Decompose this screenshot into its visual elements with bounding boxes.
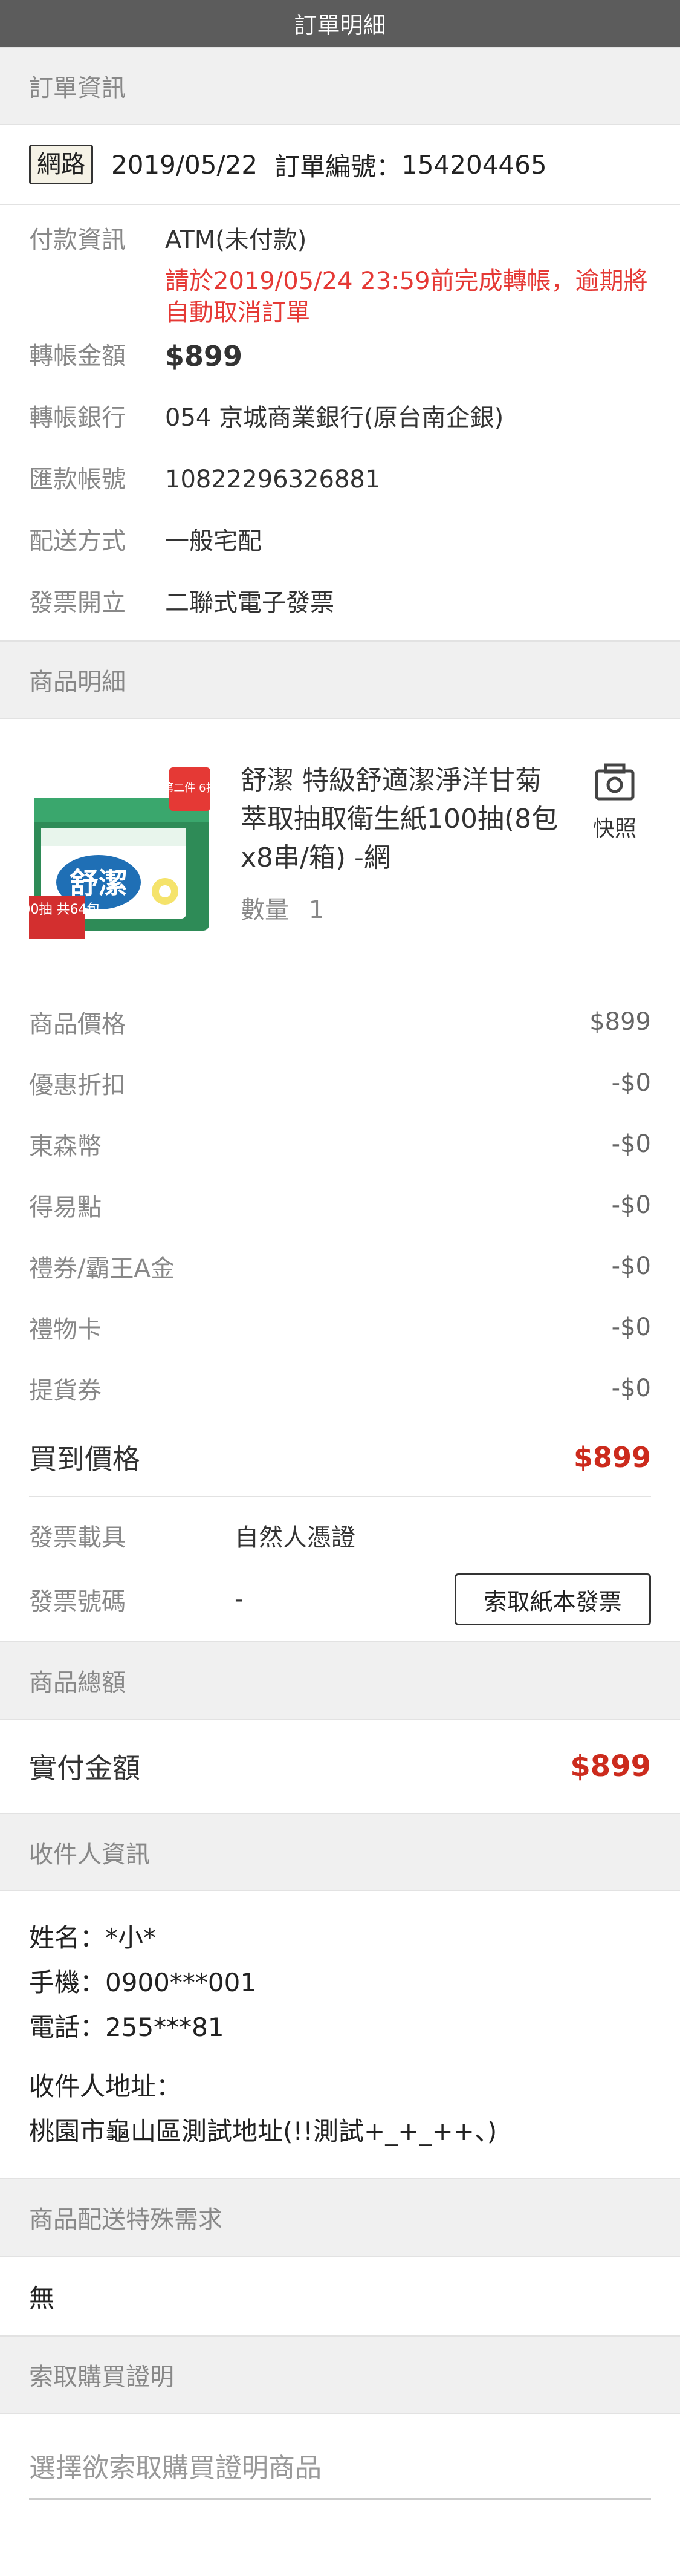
price-row: 禮券/霸王A金 -$0 [29,1235,651,1296]
transfer-amount-row: 轉帳金額 $899 [29,339,651,401]
final-price-label: 買到價格 [29,1443,140,1475]
price-value: -$0 [611,1374,651,1402]
account-row: 匯款帳號 10822296326881 [29,463,651,524]
payment-method-row: 付款資訊 ATM(未付款) [29,223,651,262]
price-value: -$0 [611,1313,651,1341]
invoice-number-row: 發票號碼 - 索取紙本發票 [29,1567,651,1631]
transfer-bank-row: 轉帳銀行 054 京城商業銀行(原台南企銀) [29,401,651,463]
channel-tag: 網路 [29,145,93,184]
paid-amount-label: 實付金額 [29,1752,140,1784]
invoice-carrier-label: 發票載具 [29,1524,126,1552]
payment-block: 付款資訊 ATM(未付款) 請於2019/05/24 23:59前完成轉帳，逾期… [0,204,680,640]
shipping-label: 配送方式 [29,527,126,555]
recipient-address-label: 收件人地址： [29,2072,182,2101]
quantity-label: 數量 [241,896,289,924]
payment-method-value: ATM(未付款) [165,226,307,254]
price-row: 禮物卡 -$0 [29,1296,651,1358]
top-bar: 訂單明細 [0,0,680,47]
total-header: 商品總額 [0,1641,680,1720]
invoice-carrier-value: 自然人憑證 [235,1524,355,1552]
price-row: 得易點 -$0 [29,1174,651,1235]
price-row: 優惠折扣 -$0 [29,1052,651,1113]
price-row: 東森幣 -$0 [29,1113,651,1174]
invoice-type-label: 發票開立 [29,589,126,617]
transfer-amount-label: 轉帳金額 [29,342,126,370]
order-number: 154204465 [401,149,547,180]
order-number-label: 訂單編號： [274,151,402,181]
order-info-header: 訂單資訊 [0,47,680,125]
price-label: 優惠折扣 [29,1071,126,1099]
recipient-phone: 電話：255***81 [29,2012,224,2042]
transfer-bank-value: 054 京城商業銀行(原台南企銀) [165,404,504,432]
paid-amount-value: $899 [570,1749,651,1783]
price-value: -$0 [611,1068,651,1097]
snapshot-button[interactable]: 快照 [578,761,651,943]
recipient-mobile: 手機：0900***001 [29,1968,257,1997]
recipient-header: 收件人資訊 [0,1813,680,1891]
product-item[interactable]: 舒潔 100抽 共64包 第二件 6折 舒潔 特級舒適潔淨洋甘菊萃取抽取衛生紙1… [0,719,680,967]
product-quantity: 數量 1 [241,891,566,929]
product-header: 商品明細 [0,640,680,719]
quantity-value: 1 [308,896,325,924]
shipping-value: 一般宅配 [165,527,262,555]
purchase-proof-select[interactable]: 選擇欲索取購買證明商品 [29,2432,651,2500]
final-price-row: 買到價格 $899 [29,1419,651,1497]
request-paper-invoice-button[interactable]: 索取紙本發票 [455,1573,651,1625]
purchase-proof-placeholder: 選擇欲索取購買證明商品 [29,2452,322,2483]
transfer-amount-value: $899 [165,340,243,372]
product-image-badge: 第二件 6折 [163,782,216,795]
tissue-box-image: 舒潔 100抽 共64包 第二件 6折 [14,767,217,939]
invoice-number-value: - [235,1586,244,1613]
price-label: 提貨券 [29,1376,102,1405]
final-price-value: $899 [573,1441,651,1474]
price-row: 提貨券 -$0 [29,1358,651,1419]
payment-warning: 請於2019/05/24 23:59前完成轉帳，逾期將自動取消訂單 [165,267,648,327]
price-label: 禮物卡 [29,1315,102,1344]
invoice-type-value: 二聯式電子發票 [165,589,334,617]
price-label: 商品價格 [29,1010,126,1038]
shipping-row: 配送方式 一般宅配 [29,524,651,586]
price-value: $899 [589,1007,651,1036]
special-request-header: 商品配送特殊需求 [0,2178,680,2257]
page-title: 訂單明細 [294,12,386,39]
payment-warning-row: 請於2019/05/24 23:59前完成轉帳，逾期將自動取消訂單 [29,262,651,339]
camera-icon [595,763,635,801]
recipient-address: 桃園市龜山區測試地址(!!測試+_+_++、) [29,2116,497,2146]
price-label: 得易點 [29,1193,102,1221]
price-row: 商品價格 $899 [29,991,651,1052]
price-value: -$0 [611,1252,651,1280]
price-label: 禮券/霸王A金 [29,1254,175,1283]
product-image[interactable]: 舒潔 100抽 共64包 第二件 6折 [14,761,217,943]
recipient-name: 姓名：*小* [29,1923,157,1953]
payment-method-label: 付款資訊 [29,226,126,254]
price-label: 東森幣 [29,1132,102,1160]
product-name[interactable]: 舒潔 特級舒適潔淨洋甘菊萃取抽取衛生紙100抽(8包x8串/箱) -網 [241,761,566,877]
product-image-brand: 舒潔 [70,867,128,900]
purchase-proof-header: 索取購買證明 [0,2335,680,2414]
price-value: -$0 [611,1191,651,1219]
transfer-bank-label: 轉帳銀行 [29,404,126,432]
invoice-number-label: 發票號碼 [29,1588,126,1616]
product-info: 舒潔 特級舒適潔淨洋甘菊萃取抽取衛生紙100抽(8包x8串/箱) -網 數量 1 [241,761,566,943]
account-label: 匯款帳號 [29,466,126,493]
paid-amount-row: 實付金額 $899 [0,1720,680,1813]
price-value: -$0 [611,1130,651,1158]
order-summary-row: 網路 2019/05/22 訂單編號： 154204465 [0,125,680,204]
price-breakdown: 商品價格 $899 優惠折扣 -$0 東森幣 -$0 得易點 -$0 禮券/霸王… [0,967,680,1631]
recipient-info: 姓名：*小* 手機：0900***001 電話：255***81 收件人地址： … [0,1891,680,2178]
order-date: 2019/05/22 [111,149,258,180]
special-request-value: 無 [29,2283,55,2313]
invoice-carrier-row: 發票載具 自然人憑證 [29,1503,651,1567]
product-image-count: 100抽 共64包 [29,902,100,917]
invoice-type-row: 發票開立 二聯式電子發票 [29,586,651,622]
snapshot-label: 快照 [592,816,636,841]
account-value: 10822296326881 [165,466,381,493]
